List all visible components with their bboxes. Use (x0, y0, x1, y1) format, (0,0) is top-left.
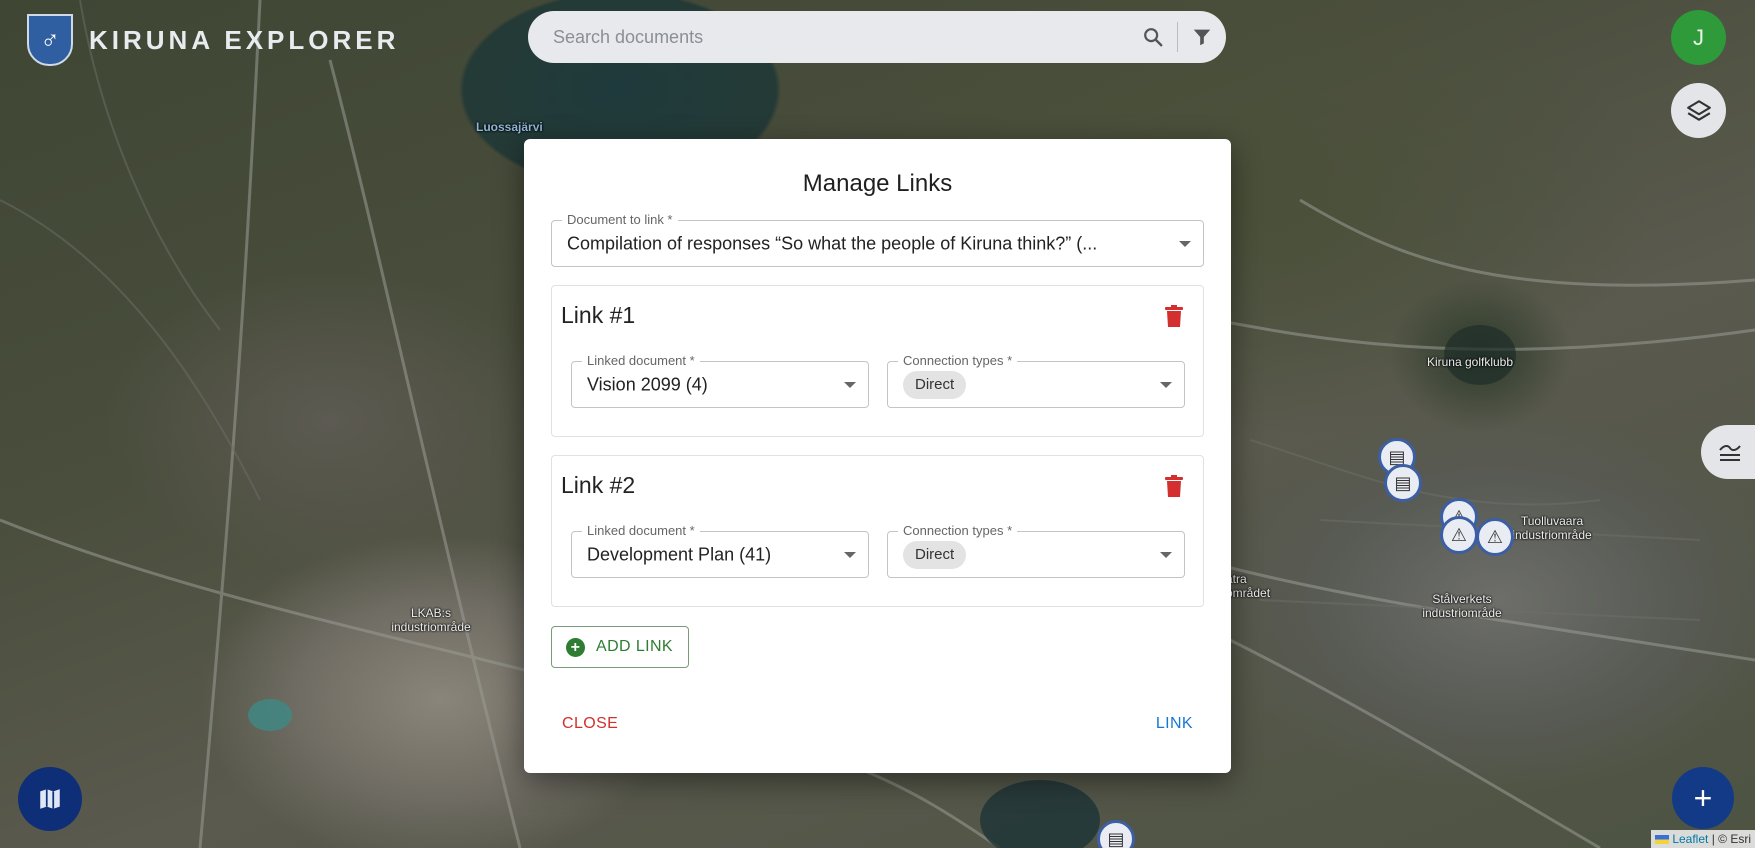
user-avatar[interactable]: J (1671, 10, 1726, 65)
trash-icon (1165, 305, 1183, 327)
map-label: Stålverkets industriområde (1422, 592, 1502, 620)
search-icon[interactable] (1129, 17, 1177, 57)
field-value: Compilation of responses “So what the pe… (567, 233, 1098, 253)
field-value: Vision 2099 (4) (587, 374, 708, 394)
manage-links-dialog: Manage Links Document to link * Compilat… (524, 139, 1231, 773)
dialog-title: Manage Links (802, 170, 953, 197)
delete-link-button[interactable] (1161, 472, 1187, 500)
map-view-button[interactable] (18, 767, 82, 831)
chevron-down-icon (1160, 381, 1172, 388)
app-logo: ♂ KIRUNA EXPLORER (27, 14, 399, 66)
construction-marker[interactable]: ⚠ (1476, 518, 1514, 556)
document-to-link-select[interactable]: Document to link * Compilation of respon… (551, 212, 1204, 267)
field-label: Document to link * (562, 212, 678, 228)
esri-attribution: © Esri (1718, 832, 1751, 846)
chevron-down-icon (844, 381, 856, 388)
add-document-button[interactable]: + (1672, 767, 1734, 829)
map-attribution: Leaflet | © Esri (1650, 830, 1755, 848)
connection-types-select[interactable]: Connection types * Direct (887, 353, 1185, 408)
layers-button[interactable] (1671, 83, 1726, 138)
connection-type-chip: Direct (903, 540, 967, 569)
search-input[interactable] (551, 25, 1129, 49)
map-label: Tuolluvaara industriområde (1512, 514, 1592, 542)
connection-types-select[interactable]: Connection types * Direct (887, 523, 1185, 578)
map-label: Kiruna golfklubb (1426, 355, 1514, 369)
construction-marker[interactable]: ⚠ (1440, 516, 1478, 554)
chevron-down-icon (844, 551, 856, 558)
flag-icon (1654, 835, 1669, 845)
leaflet-link[interactable]: Leaflet (1672, 832, 1708, 846)
field-label: Connection types * (898, 523, 1018, 539)
delete-link-button[interactable] (1161, 302, 1187, 330)
add-link-button[interactable]: + ADD LINK (551, 626, 689, 668)
trash-icon (1165, 475, 1183, 497)
link-button[interactable]: LINK (1156, 715, 1193, 733)
chevron-down-icon (1179, 240, 1191, 247)
filter-icon[interactable] (1178, 17, 1226, 57)
document-marker[interactable]: ▤ (1384, 464, 1422, 502)
link-title: Link #1 (561, 302, 636, 328)
linked-document-select[interactable]: Linked document * Development Plan (41) (571, 523, 869, 578)
side-panel-toggle[interactable] (1701, 425, 1755, 479)
app-title: KIRUNA EXPLORER (89, 24, 400, 55)
map-label: LKAB:s industriområde (391, 606, 471, 634)
link-card: Link #1 Linked document * Vision 2099 (4… (551, 285, 1204, 437)
attribution-separator: | (1711, 832, 1715, 846)
kiruna-crest-icon: ♂ (27, 14, 73, 66)
connection-type-chip: Direct (903, 370, 967, 399)
layers-icon (1686, 99, 1711, 121)
field-label: Linked document * (582, 523, 700, 539)
map-label: Luossajärvi (476, 120, 543, 134)
field-label: Connection types * (898, 353, 1018, 369)
map-label: atra området (1226, 572, 1271, 600)
diagram-icon (1719, 444, 1741, 461)
search-bar[interactable] (528, 11, 1226, 63)
field-value: Development Plan (41) (587, 544, 772, 564)
linked-document-select[interactable]: Linked document * Vision 2099 (4) (571, 353, 869, 408)
link-title: Link #2 (561, 472, 636, 498)
link-card: Link #2 Linked document * Development Pl… (551, 455, 1204, 607)
plus-icon: + (1693, 779, 1713, 816)
close-button[interactable]: CLOSE (562, 715, 618, 733)
map-icon (40, 789, 60, 809)
field-label: Linked document * (582, 353, 700, 369)
chevron-down-icon (1160, 551, 1172, 558)
add-link-label: ADD LINK (596, 638, 673, 655)
plus-circle-icon: + (566, 637, 585, 657)
